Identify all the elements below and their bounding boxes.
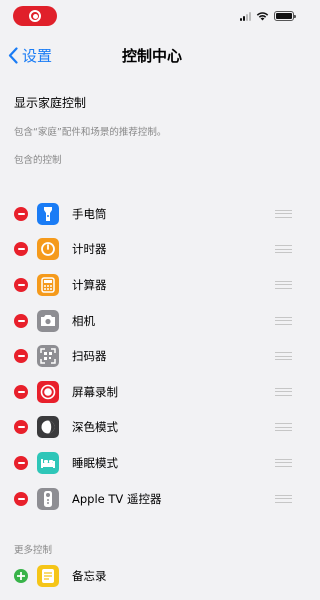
sleep-mode-icon <box>37 451 59 474</box>
remove-control-icon[interactable] <box>14 277 28 292</box>
control-row-calculator[interactable]: 计算器 <box>0 267 304 303</box>
remove-control-icon[interactable] <box>14 491 28 506</box>
control-label: 睡眠模式 <box>72 455 118 470</box>
status-bar <box>0 0 304 30</box>
control-label: 屏幕录制 <box>72 384 118 399</box>
reorder-handle-icon[interactable] <box>275 316 292 325</box>
reorder-handle-icon[interactable] <box>275 423 292 432</box>
remove-control-icon[interactable] <box>14 313 28 328</box>
control-row-apple-tv-remote[interactable]: Apple TV 遥控器 <box>0 481 304 517</box>
control-row-camera[interactable]: 相机 <box>0 303 304 339</box>
more-controls-list: 备忘录 <box>0 558 304 594</box>
show-home-controls-row[interactable]: 显示家庭控制 <box>0 88 304 118</box>
screen-recording-indicator[interactable] <box>13 6 57 26</box>
notes-icon <box>37 564 59 587</box>
control-label: 计算器 <box>72 277 107 292</box>
show-home-controls-note: 包含“家庭”配件和场景的推荐控制。 <box>14 127 167 138</box>
screen-record-icon <box>37 380 59 403</box>
show-home-controls-label: 显示家庭控制 <box>14 96 87 110</box>
reorder-handle-icon[interactable] <box>275 352 292 361</box>
control-label: 手电筒 <box>72 206 107 221</box>
reorder-handle-icon[interactable] <box>275 209 292 218</box>
reorder-handle-icon[interactable] <box>275 280 292 289</box>
calculator-icon <box>37 273 59 296</box>
control-label: 扫码器 <box>72 349 107 364</box>
camera-icon <box>37 309 59 332</box>
control-row-screen-record[interactable]: 屏幕录制 <box>0 374 304 410</box>
navigation-bar: 设置 控制中心 <box>0 40 304 70</box>
control-label: 相机 <box>72 313 95 328</box>
remove-control-icon[interactable] <box>14 455 28 470</box>
control-label: Apple TV 遥控器 <box>72 491 162 506</box>
control-label: 备忘录 <box>72 568 107 583</box>
reorder-handle-icon[interactable] <box>275 387 292 396</box>
control-row-timer[interactable]: 计时器 <box>0 232 304 268</box>
remove-control-icon[interactable] <box>14 242 28 257</box>
control-row-qr-scanner[interactable]: 扫码器 <box>0 338 304 374</box>
dark-mode-icon <box>37 416 59 439</box>
apple-tv-remote-icon <box>37 487 59 510</box>
battery-icon <box>274 11 296 21</box>
control-row-flashlight[interactable]: 手电筒 <box>0 196 304 232</box>
cellular-signal-icon <box>240 11 251 21</box>
included-controls-header: 包含的控制 <box>14 155 62 166</box>
reorder-handle-icon[interactable] <box>275 494 292 503</box>
qr-scanner-icon <box>37 345 59 368</box>
timer-icon <box>37 238 59 261</box>
add-control-icon[interactable] <box>14 568 28 583</box>
included-controls-list: 手电筒计时器计算器相机扫码器屏幕录制深色模式睡眠模式 Apple TV 遥控器 <box>0 196 304 516</box>
page-title: 控制中心 <box>121 47 182 65</box>
record-icon <box>29 10 41 22</box>
wifi-icon <box>256 12 269 21</box>
flashlight-icon <box>37 202 59 225</box>
control-label: 计时器 <box>72 242 107 257</box>
remove-control-icon[interactable] <box>14 420 28 435</box>
control-label: 深色模式 <box>72 420 118 435</box>
remove-control-icon[interactable] <box>14 349 28 364</box>
remove-control-icon[interactable] <box>14 384 28 399</box>
reorder-handle-icon[interactable] <box>275 458 292 467</box>
remove-control-icon[interactable] <box>14 206 28 221</box>
status-icons <box>240 10 296 22</box>
control-row-dark-mode[interactable]: 深色模式 <box>0 410 304 446</box>
control-row-notes[interactable]: 备忘录 <box>0 558 304 594</box>
more-controls-header: 更多控制 <box>14 545 53 556</box>
control-row-sleep-mode[interactable]: 睡眠模式 <box>0 445 304 481</box>
reorder-handle-icon[interactable] <box>275 245 292 254</box>
